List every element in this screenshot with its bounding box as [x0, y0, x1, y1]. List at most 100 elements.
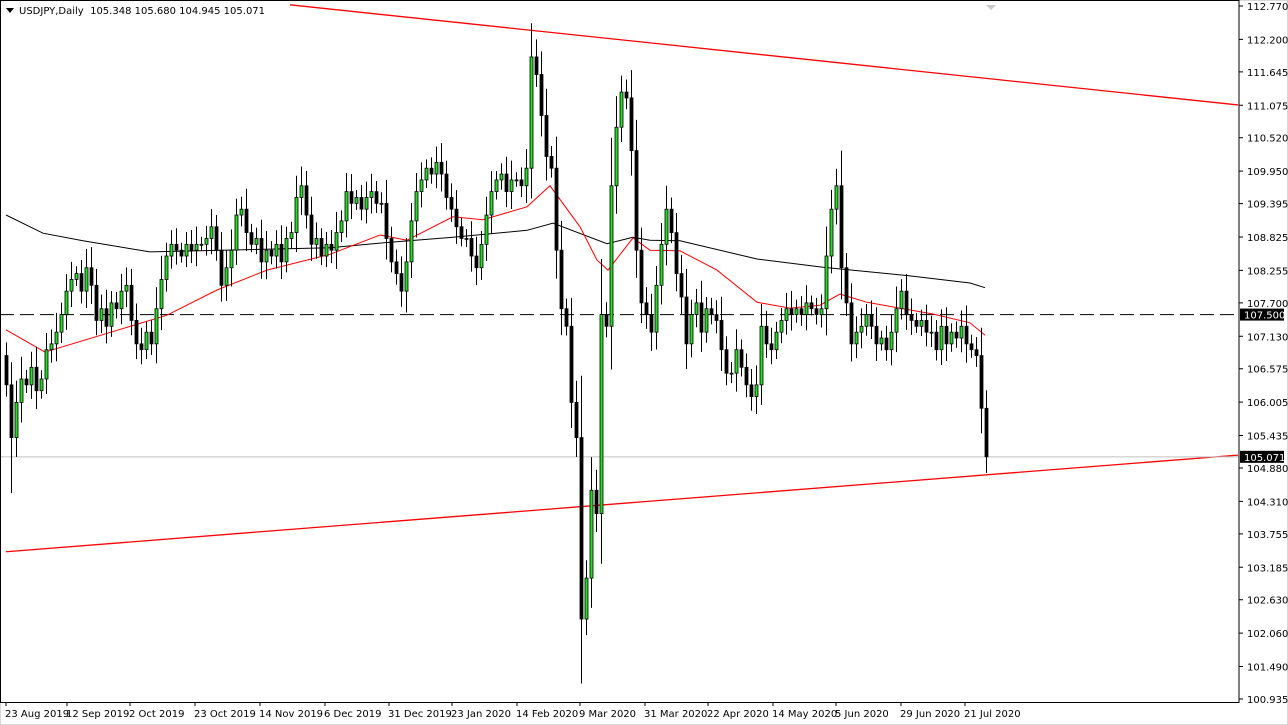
candle[interactable] — [195, 226, 198, 266]
candle[interactable] — [960, 310, 963, 352]
candle[interactable] — [80, 260, 83, 304]
candle[interactable] — [900, 279, 903, 319]
candle[interactable] — [850, 283, 853, 361]
candle[interactable] — [465, 229, 468, 247]
candle[interactable] — [150, 320, 153, 355]
candle[interactable] — [180, 243, 183, 263]
candle[interactable] — [55, 313, 58, 361]
candle[interactable] — [830, 190, 833, 274]
candle[interactable] — [880, 331, 883, 351]
candle[interactable] — [810, 296, 813, 316]
candle[interactable] — [705, 297, 708, 343]
candle[interactable] — [815, 298, 818, 324]
candle[interactable] — [720, 297, 723, 371]
candle[interactable] — [410, 203, 413, 278]
candle[interactable] — [680, 255, 683, 314]
candle[interactable] — [940, 309, 943, 365]
candle[interactable] — [140, 328, 143, 364]
candle[interactable] — [265, 231, 268, 279]
candle[interactable] — [20, 357, 23, 423]
candle[interactable] — [440, 143, 443, 191]
candle[interactable] — [305, 171, 308, 229]
candle[interactable] — [25, 370, 28, 393]
candle[interactable] — [910, 298, 913, 334]
candle[interactable] — [755, 366, 758, 414]
candle[interactable] — [270, 241, 273, 264]
candle[interactable] — [95, 269, 98, 335]
candle[interactable] — [750, 369, 753, 411]
candle[interactable] — [280, 225, 283, 279]
candle[interactable] — [210, 209, 213, 254]
candle[interactable] — [575, 381, 578, 457]
candle[interactable] — [580, 376, 583, 684]
moving-average-slow[interactable] — [6, 215, 985, 288]
candle[interactable] — [340, 210, 343, 242]
candle[interactable] — [520, 167, 523, 197]
candle[interactable] — [310, 197, 313, 261]
candle[interactable] — [610, 138, 613, 370]
candle[interactable] — [230, 229, 233, 286]
candle[interactable] — [110, 291, 113, 337]
candle[interactable] — [480, 231, 483, 280]
candle[interactable] — [335, 212, 338, 269]
candle[interactable] — [820, 294, 823, 327]
candle[interactable] — [760, 304, 763, 405]
candle[interactable] — [675, 213, 678, 291]
candle[interactable] — [885, 326, 888, 361]
candle[interactable] — [535, 39, 538, 87]
candle[interactable] — [235, 199, 238, 265]
candle[interactable] — [30, 352, 33, 399]
candle[interactable] — [550, 146, 553, 178]
candle[interactable] — [85, 249, 88, 308]
candle[interactable] — [255, 228, 258, 254]
candle[interactable] — [875, 307, 878, 361]
candle[interactable] — [300, 166, 303, 214]
candle[interactable] — [775, 322, 778, 359]
candle[interactable] — [450, 183, 453, 221]
candle[interactable] — [105, 290, 108, 344]
candle[interactable] — [690, 300, 693, 358]
candle[interactable] — [955, 321, 958, 347]
candle[interactable] — [515, 172, 518, 186]
candle[interactable] — [400, 256, 403, 306]
candle[interactable] — [795, 300, 798, 323]
candle[interactable] — [825, 226, 828, 335]
candle[interactable] — [260, 220, 263, 279]
candle[interactable] — [605, 302, 608, 337]
candle[interactable] — [715, 300, 718, 333]
candle[interactable] — [640, 228, 643, 324]
candle[interactable] — [555, 137, 558, 279]
candle[interactable] — [695, 289, 698, 327]
candle[interactable] — [905, 274, 908, 330]
candle[interactable] — [10, 362, 13, 493]
candle[interactable] — [935, 320, 938, 360]
candle[interactable] — [710, 298, 713, 324]
candle[interactable] — [360, 185, 363, 220]
candle[interactable] — [425, 159, 428, 187]
candle[interactable] — [125, 267, 128, 307]
candle[interactable] — [670, 197, 673, 243]
candle[interactable] — [800, 296, 803, 326]
candle[interactable] — [455, 190, 458, 244]
candle[interactable] — [100, 295, 103, 333]
candle[interactable] — [915, 313, 918, 333]
candle[interactable] — [655, 266, 658, 350]
candle[interactable] — [615, 96, 618, 214]
candle[interactable] — [560, 221, 563, 335]
candle[interactable] — [275, 230, 278, 268]
candle[interactable] — [240, 197, 243, 227]
candle[interactable] — [565, 298, 568, 335]
candle[interactable] — [730, 362, 733, 383]
candle[interactable] — [15, 381, 18, 457]
candle[interactable] — [250, 224, 253, 252]
candle[interactable] — [965, 306, 968, 363]
candle[interactable] — [35, 347, 38, 409]
candle[interactable] — [290, 222, 293, 248]
candle[interactable] — [200, 237, 203, 251]
candle[interactable] — [595, 470, 598, 532]
candle[interactable] — [855, 316, 858, 358]
candle[interactable] — [155, 287, 158, 363]
candle[interactable] — [835, 169, 838, 225]
candle[interactable] — [295, 176, 298, 252]
candle[interactable] — [745, 354, 748, 398]
